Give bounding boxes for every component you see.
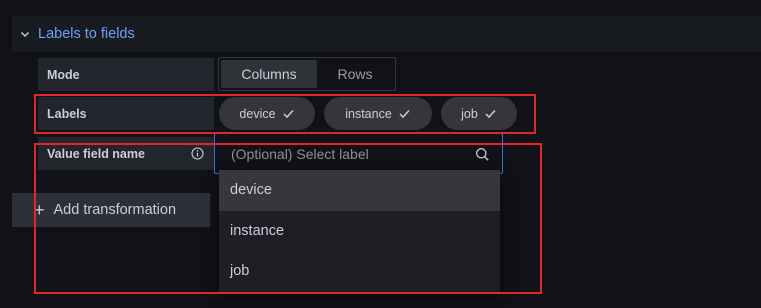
add-transformation-label: Add transformation bbox=[53, 202, 177, 218]
dropdown-option-job[interactable]: job bbox=[219, 251, 500, 292]
mode-option-rows[interactable]: Rows bbox=[317, 60, 393, 88]
check-icon bbox=[399, 109, 410, 119]
label-chip-job[interactable]: job bbox=[441, 97, 517, 130]
mode-toggle: Columns Rows bbox=[218, 57, 396, 91]
mode-option-columns[interactable]: Columns bbox=[221, 60, 317, 88]
chip-text: device bbox=[239, 106, 276, 121]
dropdown-option-instance[interactable]: instance bbox=[219, 211, 500, 252]
label-chip-instance[interactable]: instance bbox=[324, 97, 432, 130]
check-icon bbox=[485, 109, 496, 119]
value-field-name-label: Value field name bbox=[38, 137, 214, 170]
transformation-header[interactable]: Labels to fields bbox=[12, 16, 761, 52]
labels-label: Labels bbox=[38, 97, 214, 130]
dropdown-option-device[interactable]: device bbox=[219, 170, 500, 211]
screenshot-root: Labels to fields Mode Columns Rows Label… bbox=[0, 0, 761, 308]
check-icon bbox=[283, 109, 294, 119]
chip-text: job bbox=[461, 106, 478, 121]
add-transformation-button[interactable]: + Add transformation bbox=[12, 193, 210, 227]
value-field-placeholder: (Optional) Select label bbox=[231, 145, 369, 162]
chevron-down-icon[interactable] bbox=[12, 28, 38, 40]
value-field-name-text: Value field name bbox=[47, 146, 145, 161]
chip-text: instance bbox=[345, 106, 392, 121]
plus-icon: + bbox=[34, 200, 45, 220]
mode-label: Mode bbox=[38, 58, 214, 91]
transformation-title: Labels to fields bbox=[38, 26, 135, 42]
info-icon[interactable] bbox=[191, 147, 204, 160]
value-field-select[interactable]: (Optional) Select label bbox=[214, 133, 503, 174]
search-icon bbox=[476, 148, 489, 161]
label-chip-device[interactable]: device bbox=[219, 97, 315, 130]
label-dropdown-menu: device instance job bbox=[219, 170, 500, 292]
